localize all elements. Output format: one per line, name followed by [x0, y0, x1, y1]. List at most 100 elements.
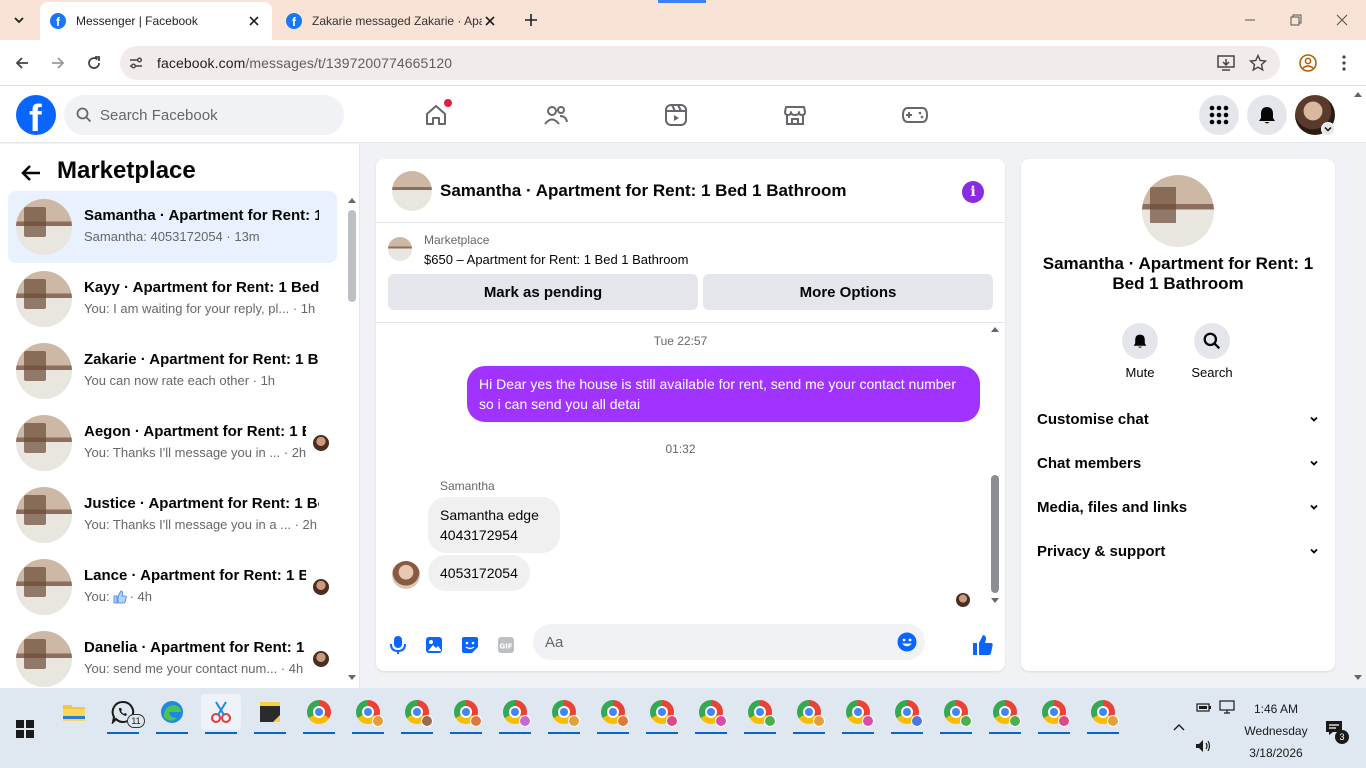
section-label: Privacy & support — [1037, 543, 1166, 560]
incoming-message[interactable]: Samantha edge 4043172954 — [428, 497, 560, 553]
tab-messenger[interactable]: f Messenger | Facebook — [40, 2, 272, 40]
page-scrollbar[interactable] — [1352, 88, 1366, 686]
conversation-preview: You: Thanks I'll message you in ... · 2h — [84, 445, 307, 460]
taskbar-chrome-profile[interactable] — [495, 694, 535, 734]
taskbar-edge[interactable] — [152, 694, 192, 734]
incoming-message[interactable]: 4053172054 — [428, 555, 530, 591]
install-app-icon[interactable] — [1216, 54, 1236, 72]
reload-button[interactable] — [82, 51, 106, 75]
chat-avatar[interactable] — [392, 171, 432, 211]
conversation-item[interactable]: Justice · Apartment for Rent: 1 Bed 1 Ba… — [8, 479, 337, 551]
taskbar-chrome-profile[interactable] — [691, 694, 731, 734]
system-clock[interactable]: 1:46 AM Wednesday 3/18/2026 — [1240, 698, 1312, 764]
browser-menu-button[interactable] — [1332, 51, 1356, 75]
back-button[interactable] — [18, 160, 44, 186]
scrollbar-thumb[interactable] — [348, 210, 356, 302]
info-icon[interactable]: i — [962, 181, 984, 203]
taskbar-chrome-profile[interactable] — [544, 694, 584, 734]
conversation-item[interactable]: Aegon · Apartment for Rent: 1 Bed 1 Bath… — [8, 407, 337, 479]
conversation-avatar[interactable] — [1142, 175, 1214, 247]
section-media-files-links[interactable]: Media, files and links — [1029, 488, 1327, 528]
conversation-item[interactable]: Zakarie · Apartment for Rent: 1 Bed 1 Ba… — [8, 335, 337, 407]
taskbar-chrome-profile[interactable] — [936, 694, 976, 734]
network-icon[interactable] — [1218, 700, 1236, 714]
account-chevron[interactable] — [1321, 122, 1335, 136]
taskbar-chrome-profile[interactable] — [838, 694, 878, 734]
sticker-button[interactable] — [458, 633, 482, 657]
send-like-button[interactable] — [971, 633, 995, 657]
gif-button[interactable]: GIF — [494, 633, 518, 657]
conversation-item[interactable]: Samantha · Apartment for Rent: 1 Bed 1 B… — [8, 191, 337, 263]
restore-button[interactable] — [1284, 8, 1308, 32]
taskbar-chrome-profile[interactable] — [1083, 694, 1123, 734]
chrome-icon — [307, 700, 331, 724]
voice-clip-button[interactable] — [386, 633, 410, 657]
outgoing-message[interactable]: Hi Dear yes the house is still available… — [467, 366, 980, 422]
nav-friends[interactable] — [542, 101, 570, 129]
taskbar-chrome-profile[interactable] — [446, 694, 486, 734]
profile-badge — [862, 715, 874, 727]
sender-avatar[interactable] — [392, 561, 420, 589]
taskbar-chrome-profile[interactable] — [740, 694, 780, 734]
nav-marketplace[interactable] — [781, 101, 809, 129]
forward-button[interactable] — [46, 51, 70, 75]
chat-title[interactable]: Samantha · Apartment for Rent: 1 Bed 1 B… — [440, 181, 846, 201]
facebook-search[interactable] — [64, 95, 344, 135]
section-chat-members[interactable]: Chat members — [1029, 444, 1327, 484]
windows-start-icon[interactable] — [16, 720, 34, 738]
back-button[interactable] — [10, 51, 34, 75]
taskbar-chrome-profile[interactable] — [397, 694, 437, 734]
address-bar[interactable]: facebook.com/messages/t/1397200774665120 — [120, 46, 1280, 80]
battery-icon[interactable] — [1195, 700, 1213, 714]
close-tab-button[interactable] — [482, 13, 498, 29]
taskbar-sticky-notes[interactable] — [250, 694, 290, 734]
tab-zakarie[interactable]: f Zakarie messaged Zakarie · Apa — [278, 2, 508, 40]
taskbar-whatsapp[interactable]: 11 — [103, 694, 145, 734]
bookmark-star-icon[interactable] — [1248, 54, 1268, 72]
taskbar-chrome-profile[interactable] — [985, 694, 1025, 734]
conversation-item[interactable]: Kayy · Apartment for Rent: 1 Bed 1 Bathr… — [8, 263, 337, 335]
search-input[interactable] — [100, 95, 330, 135]
mark-as-pending-button[interactable]: Mark as pending — [388, 274, 698, 310]
nav-video[interactable] — [662, 101, 690, 129]
close-window-button[interactable] — [1330, 8, 1354, 32]
listing-title[interactable]: $650 – Apartment for Rent: 1 Bed 1 Bathr… — [424, 252, 689, 267]
new-tab-button[interactable] — [520, 9, 542, 31]
running-indicator — [303, 732, 335, 734]
profile-button[interactable] — [1296, 51, 1320, 75]
taskbar-chrome-profile[interactable] — [593, 694, 633, 734]
conversation-item[interactable]: Danelia · Apartment for Rent: 1 Bed 1 Ba… — [8, 623, 337, 688]
emoji-button[interactable] — [897, 632, 917, 652]
search-action[interactable]: Search — [1182, 323, 1242, 380]
taskbar-chrome-profile[interactable] — [1034, 694, 1074, 734]
minimize-button[interactable] — [1238, 8, 1262, 32]
marketplace-label: Marketplace — [424, 233, 490, 247]
more-options-button[interactable]: More Options — [703, 274, 993, 310]
close-tab-button[interactable] — [246, 13, 262, 29]
message-input[interactable] — [545, 624, 915, 660]
message-thread-scrollbar[interactable] — [990, 325, 1000, 605]
nav-gaming[interactable] — [901, 101, 929, 129]
taskbar-snipping-tool[interactable] — [201, 694, 241, 734]
taskbar-chrome-profile[interactable] — [887, 694, 927, 734]
taskbar-chrome-profile[interactable] — [348, 694, 388, 734]
facebook-logo[interactable]: f — [16, 95, 56, 135]
menu-button[interactable] — [1199, 95, 1239, 135]
scrollbar-thumb[interactable] — [991, 475, 999, 593]
section-privacy-support[interactable]: Privacy & support — [1029, 532, 1327, 572]
taskbar-file-explorer[interactable] — [54, 694, 94, 730]
site-info-icon[interactable] — [128, 55, 144, 71]
attach-photo-button[interactable] — [422, 633, 446, 657]
tab-search-button[interactable] — [6, 9, 32, 31]
taskbar-chrome-profile[interactable] — [789, 694, 829, 734]
volume-icon[interactable] — [1195, 738, 1213, 754]
listing-thumbnail — [16, 487, 72, 543]
taskbar-chrome-profile[interactable] — [642, 694, 682, 734]
notifications-button[interactable] — [1247, 95, 1287, 135]
section-customise-chat[interactable]: Customise chat — [1029, 400, 1327, 440]
mute-action[interactable]: Mute — [1110, 323, 1170, 380]
conversation-list-scrollbar[interactable] — [347, 194, 357, 686]
show-hidden-icons-button[interactable] — [1170, 718, 1188, 736]
conversation-item[interactable]: Lance · Apartment for Rent: 1 Bed 1 Bath… — [8, 551, 337, 623]
taskbar-chrome[interactable] — [299, 694, 339, 734]
